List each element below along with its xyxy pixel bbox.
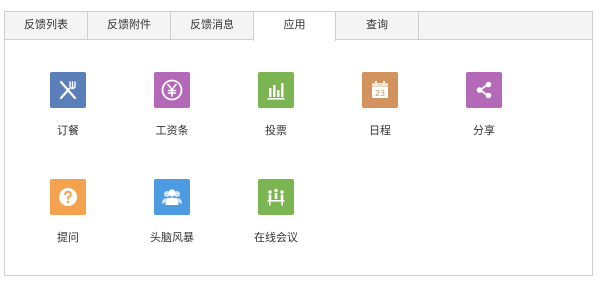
tab-feedback-attachments[interactable]: 反馈附件 — [88, 12, 171, 40]
yen-coin-icon — [154, 72, 190, 108]
app-payslip[interactable]: 工资条 — [142, 72, 202, 138]
app-brainstorm[interactable]: 头脑风暴 — [142, 179, 202, 245]
tab-bar: 反馈列表 反馈附件 反馈消息 应用 查询 — [5, 12, 592, 41]
app-label: 分享 — [473, 124, 495, 137]
app-label: 工资条 — [155, 124, 189, 137]
app-label: 提问 — [57, 231, 79, 244]
app-share[interactable]: 分享 — [454, 72, 514, 138]
app-label: 头脑风暴 — [150, 231, 194, 244]
share-icon — [466, 72, 502, 108]
people-icon — [154, 179, 190, 215]
app-label: 投票 — [265, 124, 287, 137]
app-voting[interactable]: 投票 — [246, 72, 306, 138]
app-schedule[interactable]: 23 日程 — [350, 72, 410, 138]
app-panel: 反馈列表 反馈附件 反馈消息 应用 查询 订餐 工资条 投票 23 日程 分享 … — [4, 11, 593, 276]
meeting-icon — [258, 179, 294, 215]
fork-knife-icon — [50, 72, 86, 108]
app-label: 订餐 — [57, 124, 79, 137]
app-label: 日程 — [369, 124, 391, 137]
tab-feedback-messages[interactable]: 反馈消息 — [171, 12, 254, 40]
app-online-meeting[interactable]: 在线会议 — [246, 179, 306, 245]
app-ask[interactable]: 提问 — [38, 179, 98, 245]
app-ordering[interactable]: 订餐 — [38, 72, 98, 138]
bar-chart-icon — [258, 72, 294, 108]
question-icon — [50, 179, 86, 215]
tab-query[interactable]: 查询 — [336, 12, 419, 40]
calendar-day: 23 — [375, 89, 385, 98]
app-label: 在线会议 — [254, 231, 298, 244]
tab-apps[interactable]: 应用 — [253, 12, 336, 41]
calendar-icon: 23 — [362, 72, 398, 108]
tab-feedback-list[interactable]: 反馈列表 — [5, 12, 88, 40]
